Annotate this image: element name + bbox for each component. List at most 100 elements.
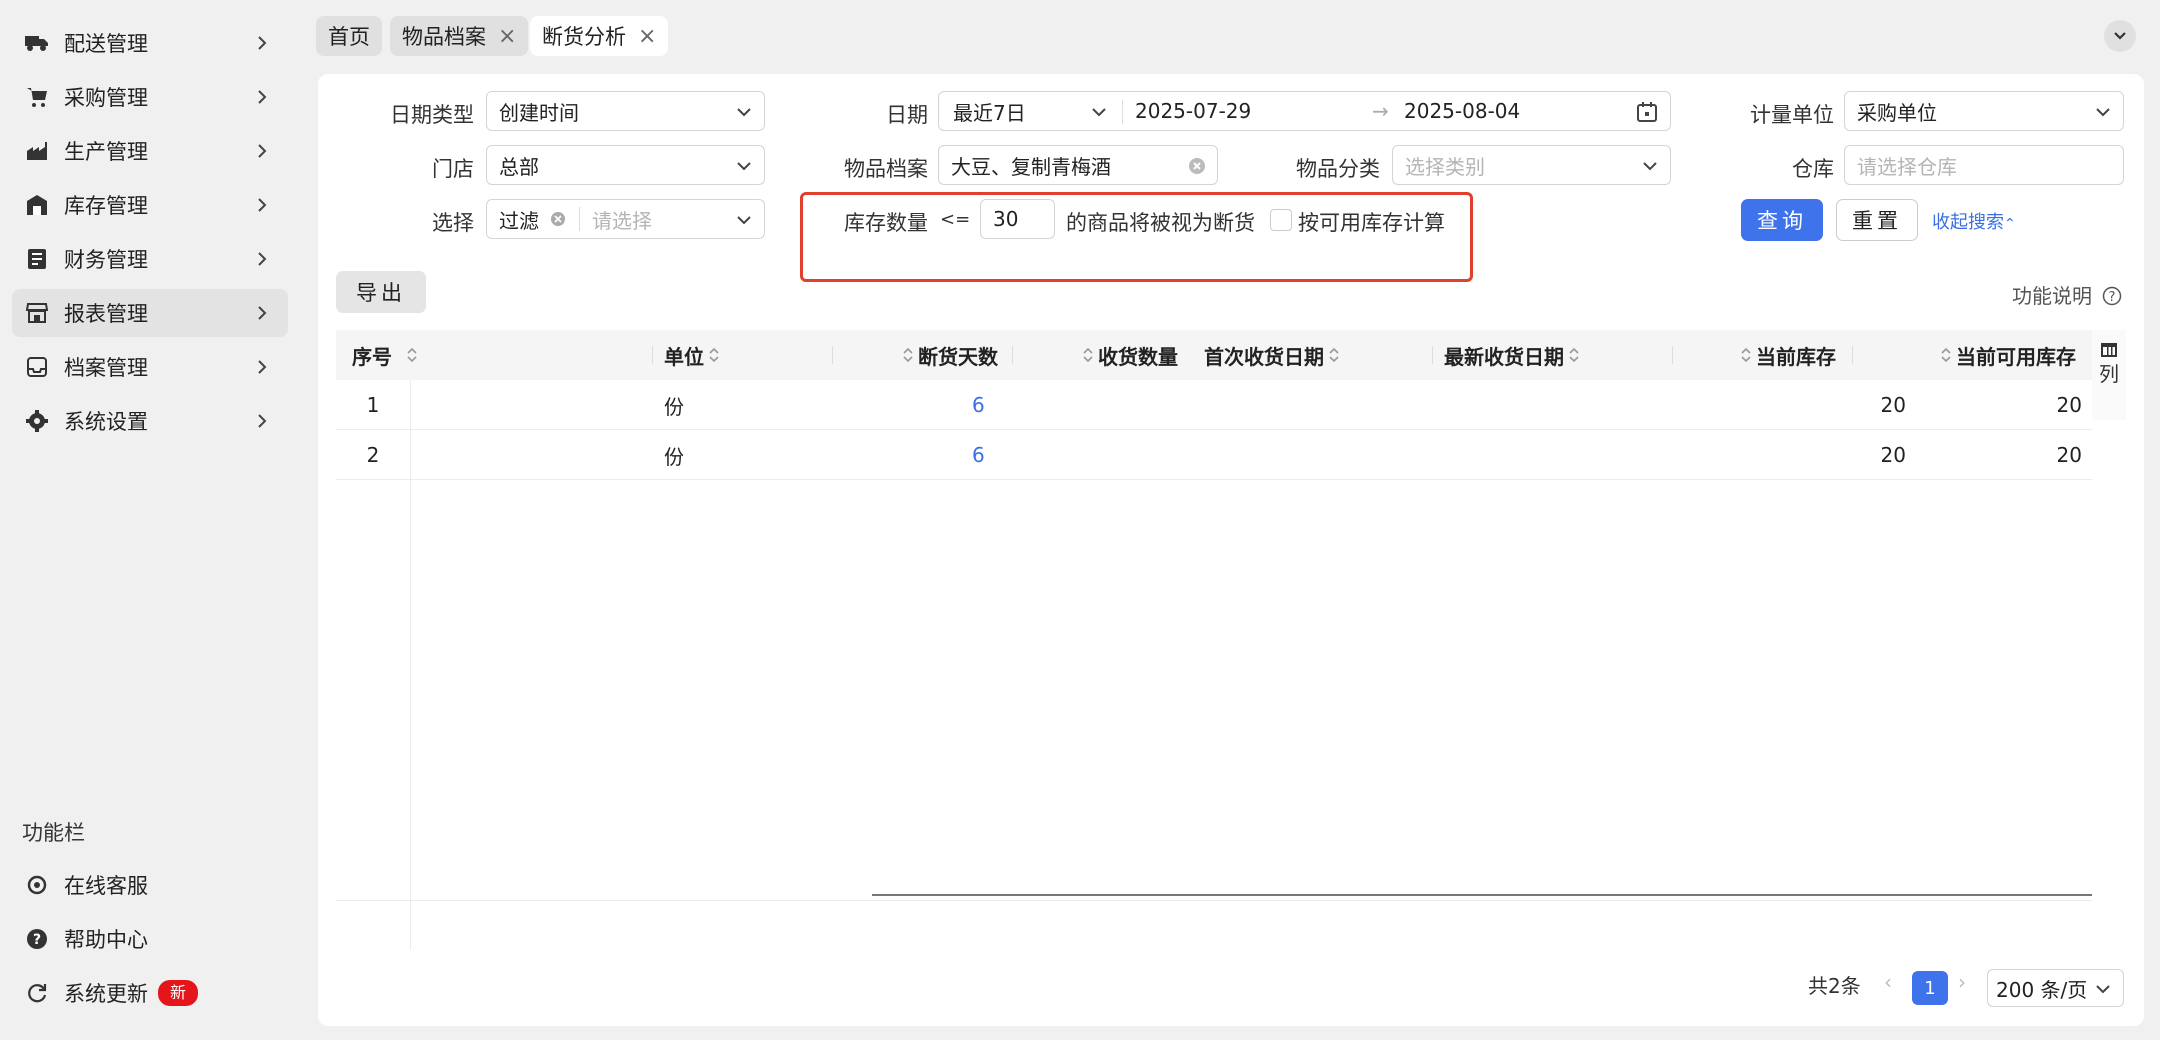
refresh-icon xyxy=(24,980,50,1006)
svg-text:?: ? xyxy=(2109,290,2116,305)
factory-icon xyxy=(24,138,50,164)
collapse-search-link[interactable]: 收起搜索⌃ xyxy=(1932,208,2016,234)
tab-label: 首页 xyxy=(328,25,370,49)
sidebar-item-finance[interactable]: 财务管理 xyxy=(12,235,288,283)
table-row[interactable]: 2 份 6 20 20 xyxy=(336,430,2092,480)
col-header-label: 当前可用库存 xyxy=(1956,344,2076,369)
stock-suffix-text: 的商品将被视为断货 xyxy=(1066,211,1255,235)
tag-close-icon[interactable] xyxy=(549,210,567,228)
col-header-received-qty[interactable]: 收货数量 xyxy=(1078,330,1178,380)
divider xyxy=(579,207,580,231)
arrow-right-icon: → xyxy=(1372,99,1389,123)
col-header-label: 首次收货日期 xyxy=(1204,344,1324,369)
available-stock-label[interactable]: 按可用库存计算 xyxy=(1298,207,1445,237)
date-end-input[interactable]: 2025-08-04 xyxy=(1404,99,1520,123)
reset-button[interactable]: 重置 xyxy=(1836,199,1918,241)
col-header-label: 单位 xyxy=(664,344,704,369)
page-size-select[interactable]: 200 条/页 xyxy=(1987,969,2124,1007)
cell-unit: 份 xyxy=(664,394,684,419)
sidebar-item-label: 财务管理 xyxy=(64,248,148,272)
highlight-box xyxy=(800,192,1473,282)
col-header-index[interactable]: 序号 xyxy=(352,330,422,380)
func-item-online-service[interactable]: 在线客服 xyxy=(12,861,288,909)
cell-stockout-days[interactable]: 6 xyxy=(972,380,985,430)
date-range-picker[interactable]: 最近7日 2025-07-29 → 2025-08-04 xyxy=(938,91,1671,131)
tab-label: 物品档案 xyxy=(402,25,486,49)
warehouse-placeholder: 请选择仓库 xyxy=(1857,154,1957,179)
col-header-latest-receipt[interactable]: 最新收货日期 xyxy=(1444,330,1584,380)
category-select[interactable]: 选择类别 xyxy=(1392,145,1671,185)
new-badge: 新 xyxy=(158,980,199,1006)
stock-threshold-value: 30 xyxy=(993,207,1019,231)
close-icon[interactable]: × xyxy=(638,24,656,49)
sidebar-item-production[interactable]: 生产管理 xyxy=(12,127,288,175)
item-archive-label: 物品档案 xyxy=(844,157,928,181)
column-divider xyxy=(1852,346,1853,364)
stock-threshold-input[interactable]: 30 xyxy=(980,199,1055,239)
sidebar-item-label: 档案管理 xyxy=(64,356,148,380)
column-divider xyxy=(1012,346,1013,364)
func-item-help-center[interactable]: ? 帮助中心 xyxy=(12,915,288,963)
prev-page-icon[interactable]: ‹ xyxy=(1884,970,1892,994)
store-label: 门店 xyxy=(432,157,474,181)
date-start-input[interactable]: 2025-07-29 xyxy=(1135,99,1251,123)
sidebar: 配送管理 采购管理 生产管理 库存管理 财务管理 报表管理 档案管理 系统设置 … xyxy=(0,0,300,1040)
chevron-down-icon xyxy=(737,216,751,225)
col-header-available-stock[interactable]: 当前可用库存 xyxy=(1936,330,2076,380)
next-page-icon[interactable]: › xyxy=(1958,970,1966,994)
column-settings-button[interactable]: 列 xyxy=(2092,330,2126,420)
clear-icon[interactable] xyxy=(1187,156,1207,176)
store-report-icon xyxy=(24,300,50,326)
unit-select[interactable]: 采购单位 xyxy=(1844,91,2124,131)
page-1-button[interactable]: 1 xyxy=(1912,971,1948,1005)
tabs-dropdown-button[interactable] xyxy=(2104,20,2136,52)
divider xyxy=(1122,100,1123,124)
question-icon: ? xyxy=(2103,286,2122,306)
sidebar-item-label: 生产管理 xyxy=(64,140,148,164)
date-type-select[interactable]: 创建时间 xyxy=(486,91,765,131)
store-select[interactable]: 总部 xyxy=(486,145,765,185)
close-icon[interactable]: × xyxy=(498,24,516,49)
date-preset-value[interactable]: 最近7日 xyxy=(953,97,1026,126)
sort-icon xyxy=(903,347,913,363)
sidebar-item-purchase[interactable]: 采购管理 xyxy=(12,73,288,121)
col-header-stockout-days[interactable]: 断货天数 xyxy=(898,330,998,380)
cell-stockout-days[interactable]: 6 xyxy=(972,430,985,480)
tab-item-archive[interactable]: 物品档案 × xyxy=(390,16,529,56)
help-icon: ? xyxy=(24,926,50,952)
svg-text:?: ? xyxy=(33,932,41,948)
sidebar-item-settings[interactable]: 系统设置 xyxy=(12,397,288,445)
sidebar-item-delivery[interactable]: 配送管理 xyxy=(12,19,288,67)
sidebar-item-archives[interactable]: 档案管理 xyxy=(12,343,288,391)
chevron-down-icon xyxy=(1092,108,1106,117)
warehouse-select[interactable]: 请选择仓库 xyxy=(1844,145,2124,185)
col-header-current-stock[interactable]: 当前库存 xyxy=(1736,330,1836,380)
table-row[interactable]: 1 份 6 20 20 xyxy=(336,380,2092,430)
filter-multiselect[interactable]: 过滤 请选择 xyxy=(486,199,765,239)
horizontal-scrollbar[interactable] xyxy=(872,894,2092,896)
date-type-label: 日期类型 xyxy=(390,103,474,127)
tab-stockout-analysis[interactable]: 断货分析 × xyxy=(530,16,669,56)
sidebar-item-reports[interactable]: 报表管理 xyxy=(12,289,288,337)
item-archive-select[interactable]: 大豆、复制青梅酒 xyxy=(938,145,1218,185)
func-item-system-update[interactable]: 系统更新 新 xyxy=(12,969,288,1017)
cell-index: 1 xyxy=(366,393,380,417)
available-stock-checkbox[interactable] xyxy=(1270,209,1292,231)
stock-qty-label: 库存数量 xyxy=(844,211,928,235)
collapse-search-label: 收起搜索 xyxy=(1932,212,2004,233)
chevron-right-icon xyxy=(258,90,267,104)
sort-icon xyxy=(1569,347,1579,363)
chevron-down-icon xyxy=(1643,162,1657,171)
warehouse-icon xyxy=(24,192,50,218)
col-header-label: 当前库存 xyxy=(1756,344,1836,369)
col-header-unit[interactable]: 单位 xyxy=(664,330,724,380)
chevron-right-icon xyxy=(258,306,267,320)
stock-operator: <= xyxy=(940,209,971,230)
sidebar-item-inventory[interactable]: 库存管理 xyxy=(12,181,288,229)
export-button[interactable]: 导出 xyxy=(336,271,426,313)
col-header-first-receipt[interactable]: 首次收货日期 xyxy=(1204,330,1344,380)
tab-home[interactable]: 首页 xyxy=(316,16,382,56)
help-link[interactable]: 功能说明 ? xyxy=(2012,280,2122,309)
query-button[interactable]: 查询 xyxy=(1741,199,1823,241)
cell-index: 2 xyxy=(366,443,380,467)
